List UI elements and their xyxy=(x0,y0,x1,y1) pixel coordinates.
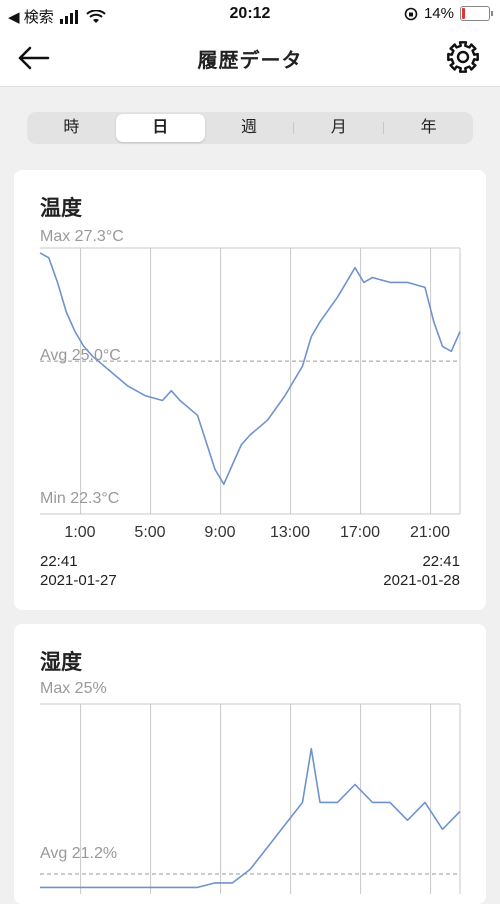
x-tick: 1:00 xyxy=(64,524,95,542)
humidity-title: 湿度 xyxy=(40,646,82,676)
x-tick: 17:00 xyxy=(340,524,380,542)
humidity-chart xyxy=(40,704,460,894)
x-tick: 5:00 xyxy=(134,524,165,542)
nav-bar: 履歴データ xyxy=(0,30,500,87)
orientation-lock-icon xyxy=(404,7,418,21)
status-bar: ◀ 検索 20:12 14% xyxy=(0,0,500,30)
temperature-chart xyxy=(40,248,460,514)
temperature-max-label: Max 27.3°C xyxy=(40,228,124,246)
series-line xyxy=(40,749,460,888)
temperature-min-label: Min 22.3°C xyxy=(40,490,119,508)
x-tick: 13:00 xyxy=(270,524,310,542)
segment-month[interactable]: 月 xyxy=(294,112,383,144)
battery-icon xyxy=(460,6,490,21)
temperature-avg-label: Avg 25.0°C xyxy=(40,347,121,365)
range-end-date: 2021-01-28 xyxy=(383,571,460,590)
range-end: 22:41 2021-01-28 xyxy=(383,552,460,590)
range-start-date: 2021-01-27 xyxy=(40,571,117,590)
page-title: 履歴データ xyxy=(0,44,500,73)
series-line xyxy=(40,253,460,484)
range-end-time: 22:41 xyxy=(383,552,460,571)
segment-hour[interactable]: 時 xyxy=(27,112,116,144)
battery-percent: 14% xyxy=(424,5,454,22)
humidity-card: 湿度 Max 25% Avg 21.2% xyxy=(14,624,486,904)
range-start-time: 22:41 xyxy=(40,552,117,571)
temperature-title: 温度 xyxy=(40,192,82,222)
x-tick: 9:00 xyxy=(204,524,235,542)
range-start: 22:41 2021-01-27 xyxy=(40,552,117,590)
settings-button[interactable] xyxy=(444,38,482,76)
gear-icon[interactable] xyxy=(444,38,482,76)
segment-day[interactable]: 日 xyxy=(116,114,205,142)
status-bar-right: 14% xyxy=(404,5,490,22)
segment-week[interactable]: 週 xyxy=(205,112,294,144)
humidity-avg-label: Avg 21.2% xyxy=(40,845,117,863)
x-tick: 21:00 xyxy=(410,524,450,542)
battery-fill xyxy=(462,8,465,19)
humidity-max-label: Max 25% xyxy=(40,680,107,698)
segment-year[interactable]: 年 xyxy=(384,112,473,144)
temperature-card: 温度 Max 27.3°C Avg 25.0°C Min 22.3°C 1:00… xyxy=(14,170,486,610)
period-segmented-control: 時 日 週 月 年 xyxy=(27,112,473,144)
